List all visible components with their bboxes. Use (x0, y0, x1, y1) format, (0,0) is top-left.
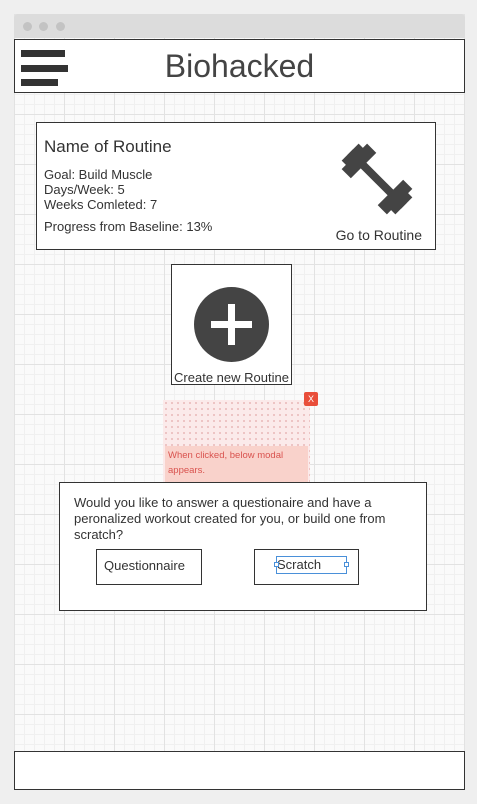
window-dot-icon (56, 22, 65, 31)
go-to-routine-link[interactable]: Go to Routine (336, 227, 422, 243)
scratch-button-label: Scratch (274, 556, 349, 574)
app-title: Biohacked (164, 48, 315, 84)
modal-question: Would you like to answer a questionaire … (74, 495, 386, 542)
routine-goal: Goal: Build Muscle (44, 167, 153, 182)
dumbbell-icon (341, 143, 413, 215)
routine-weeks-completed: Weeks Comleted: 7 (44, 197, 158, 212)
window-dot-icon (23, 22, 32, 31)
annotation-close-button[interactable]: X (304, 392, 318, 406)
plus-circle-icon[interactable] (194, 287, 269, 362)
routine-card[interactable]: Name of Routine Goal: Build Muscle Days/… (36, 122, 436, 250)
annotation-note: When clicked, below modal appears. (163, 400, 310, 482)
app-footer (14, 751, 465, 790)
routine-name: Name of Routine (44, 137, 172, 156)
app-header: Biohacked (14, 39, 465, 93)
window-dot-icon (39, 22, 48, 31)
scratch-button[interactable]: Scratch (254, 549, 359, 585)
create-routine-label: Create new Routine (174, 370, 289, 385)
annotation-note-text: When clicked, below modal appears. (165, 446, 308, 482)
routine-days-per-week: Days/Week: 5 (44, 182, 125, 197)
window-titlebar (14, 14, 465, 38)
new-routine-modal: Would you like to answer a questionaire … (59, 482, 427, 611)
create-routine-button[interactable]: Create new Routine (171, 264, 292, 385)
questionnaire-button[interactable]: Questionnaire (96, 549, 202, 585)
questionnaire-button-label: Questionnaire (104, 558, 185, 573)
routine-progress: Progress from Baseline: 13% (44, 219, 213, 234)
